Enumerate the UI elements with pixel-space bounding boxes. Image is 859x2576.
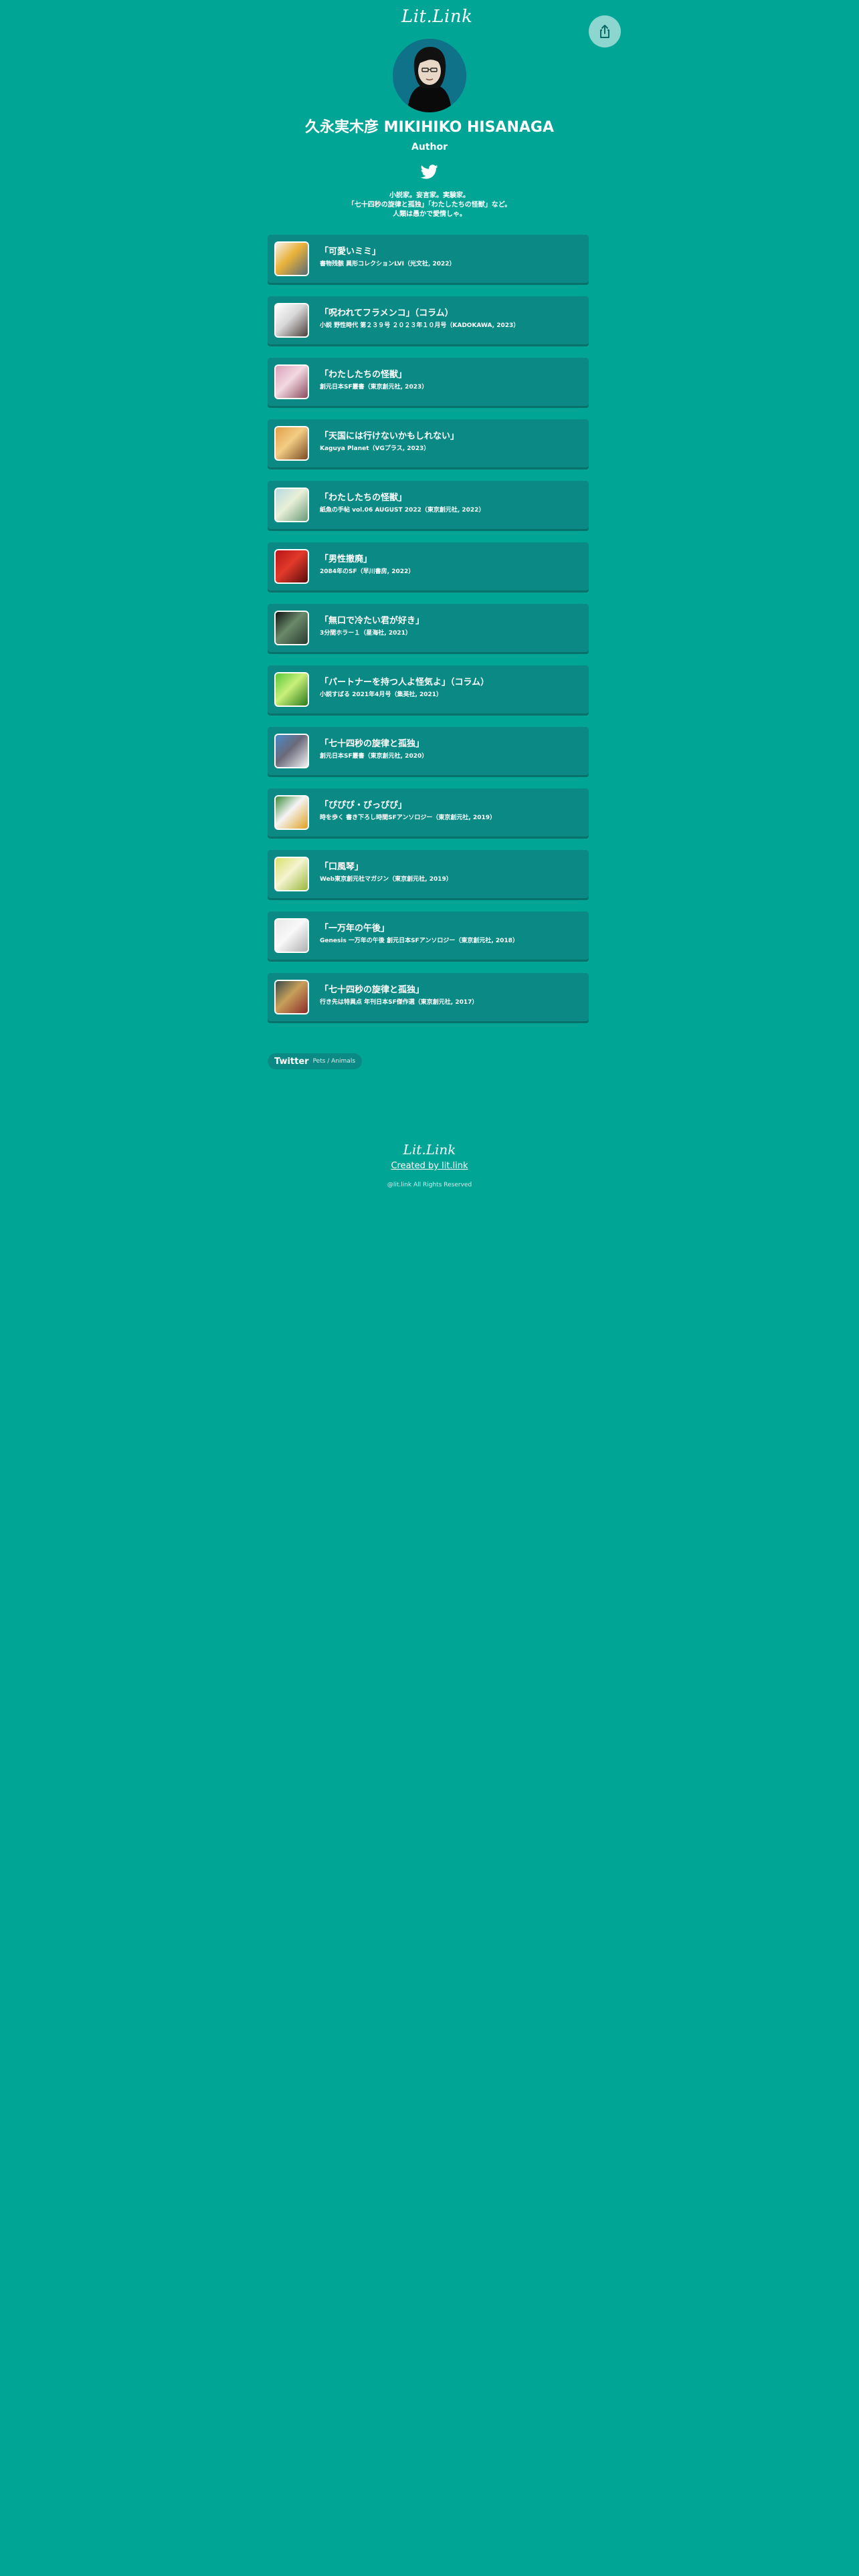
link-card-subtitle: 小説すばる 2021年4月号（集英社, 2021） — [320, 691, 443, 698]
link-card-title: 「七十四秒の旋律と孤独」 — [320, 985, 425, 995]
link-card-title: 「男性撤廃」 — [320, 554, 373, 564]
profile-section: 久永実木彦 MIKIHIKO HISANAGA Author 小説家。妄言家。実… — [0, 39, 859, 219]
link-card-title: 「口風琴」 — [320, 862, 364, 872]
bio-line: 小説家。妄言家。実験家。 — [389, 192, 470, 199]
link-card-title: 「ぴぴぴ・ぴっぴぴ」 — [320, 800, 407, 811]
book-cover-thumbnail — [274, 426, 309, 461]
footer-logo: Lit.Link — [403, 1142, 456, 1158]
genre-tag[interactable]: Twitter Pets / Animals — [268, 1053, 363, 1069]
link-card[interactable]: 「ぴぴぴ・ぴっぴぴ」時を歩く 書き下ろし時間SFアンソロジー（東京創元社, 20… — [268, 788, 589, 837]
link-card-subtitle: 時を歩く 書き下ろし時間SFアンソロジー（東京創元社, 2019） — [320, 815, 496, 821]
book-cover-thumbnail — [274, 918, 309, 953]
link-card-title: 「パートナーを持つ人よ怪気よ」（コラム） — [320, 677, 490, 687]
link-card-subtitle: 創元日本SF叢書（東京創元社, 2020） — [320, 753, 428, 760]
profile-bio: 小説家。妄言家。実験家。 「七十四秒の旋律と孤独」「わたしたちの怪獣」など。 人… — [0, 191, 859, 219]
link-card-subtitle: 小説 野性時代 第２３９号 ２０２３年１０月号（KADOKAWA, 2023） — [320, 322, 520, 329]
link-card-subtitle: 行き先は特異点 年刊日本SF傑作選（東京創元社, 2017） — [320, 999, 478, 1006]
book-cover-thumbnail — [274, 488, 309, 522]
link-card[interactable]: 「口風琴」 Web東京創元社マガジン（東京創元社, 2019） — [268, 850, 589, 898]
link-card-subtitle: 3分間ホラー１（星海社, 2021） — [320, 630, 411, 637]
link-card[interactable]: 「パートナーを持つ人よ怪気よ」（コラム） 小説すばる 2021年4月号（集英社, … — [268, 665, 589, 714]
link-card-title: 「わたしたちの怪獣」 — [320, 493, 407, 503]
avatar-illustration — [393, 39, 466, 112]
link-card-subtitle: Kaguya Planet（VGプラス, 2023） — [320, 445, 430, 452]
link-card-title: 「呪われてフラメンコ」（コラム） — [320, 308, 454, 318]
link-card[interactable]: 「わたしたちの怪獣」創元日本SF叢書（東京創元社, 2023） — [268, 358, 589, 406]
twitter-link[interactable] — [420, 165, 438, 179]
link-card-title: 「天国には行けないかもしれない」 — [320, 431, 460, 441]
link-card[interactable]: 「無口で冷たい君が好き」 3分間ホラー１（星海社, 2021） — [268, 604, 589, 652]
header: Lit.Link — [0, 0, 859, 47]
tag-label: Twitter — [274, 1056, 309, 1067]
link-card[interactable]: 「可愛いミミ」書物残骸 異形コレクションLVI（光文社, 2022） — [268, 235, 589, 283]
link-card[interactable]: 「男性撤廃」 2084年のSF（早川書房, 2022） — [268, 542, 589, 591]
book-cover-thumbnail — [274, 734, 309, 768]
book-cover-thumbnail — [274, 672, 309, 707]
book-cover-thumbnail — [274, 795, 309, 830]
share-icon — [600, 25, 609, 38]
link-card[interactable]: 「一万年の午後」 Genesis 一万年の午後 創元日本SFアンソロジー（東京創元… — [268, 911, 589, 960]
profile-name: 久永実木彦 MIKIHIKO HISANAGA — [305, 119, 554, 136]
avatar — [393, 39, 466, 112]
book-cover-thumbnail — [274, 611, 309, 645]
link-card[interactable]: 「七十四秒の旋律と孤独」 創元日本SF叢書（東京創元社, 2020） — [268, 727, 589, 775]
litlink-logo[interactable]: Lit.Link — [401, 7, 472, 27]
link-card-title: 「七十四秒の旋律と孤独」 — [320, 739, 425, 749]
copyright: @lit.link All Rights Reserved — [387, 1182, 472, 1188]
link-card[interactable]: 「わたしたちの怪獣」紙魚の手帖 vol.06 AUGUST 2022（東京創元社… — [268, 481, 589, 529]
book-cover-thumbnail — [274, 857, 309, 891]
profile-role: Author — [411, 142, 448, 152]
footer: Lit.Link Created by lit.link @lit.link A… — [0, 1141, 859, 1188]
link-card-subtitle: 2084年のSF（早川書房, 2022） — [320, 568, 415, 575]
bio-line: 人類は愚かで愛情しゃ。 — [393, 211, 466, 218]
link-card[interactable]: 「七十四秒の旋律と孤独」行き先は特異点 年刊日本SF傑作選（東京創元社, 201… — [268, 973, 589, 1021]
link-card-subtitle: 創元日本SF叢書（東京創元社, 2023） — [320, 384, 428, 391]
link-card-title: 「わたしたちの怪獣」 — [320, 370, 407, 380]
book-cover-thumbnail — [274, 303, 309, 338]
link-card[interactable]: 「呪われてフラメンコ」（コラム） 小説 野性時代 第２３９号 ２０２３年１０月号（… — [268, 296, 589, 344]
link-card-subtitle: Web東京創元社マガジン（東京創元社, 2019） — [320, 876, 452, 883]
link-card-subtitle: Genesis 一万年の午後 創元日本SFアンソロジー（東京創元社, 2018） — [320, 938, 518, 944]
book-cover-thumbnail — [274, 364, 309, 399]
book-cover-thumbnail — [274, 980, 309, 1014]
link-card-title: 「一万年の午後」 — [320, 924, 390, 934]
link-list: 「可愛いミミ」書物残骸 異形コレクションLVI（光文社, 2022） 「呪われてフ… — [268, 235, 589, 1035]
book-cover-thumbnail — [274, 241, 309, 276]
twitter-icon — [420, 165, 438, 179]
link-card-title: 「可愛いミミ」 — [320, 247, 381, 257]
tag-category: Pets / Animals — [312, 1058, 356, 1065]
link-card-subtitle: 紙魚の手帖 vol.06 AUGUST 2022（東京創元社, 2022） — [320, 507, 485, 514]
link-card-title: 「無口で冷たい君が好き」 — [320, 616, 425, 626]
link-card-subtitle: 書物残骸 異形コレクションLVI（光文社, 2022） — [320, 261, 456, 267]
bio-line: 「七十四秒の旋律と孤独」「わたしたちの怪獣」など。 — [347, 201, 512, 209]
book-cover-thumbnail — [274, 549, 309, 584]
link-card[interactable]: 「天国には行けないかもしれない」 Kaguya Planet（VGプラス, 202… — [268, 419, 589, 467]
created-by-link[interactable]: Created by lit.link — [0, 1161, 859, 1171]
